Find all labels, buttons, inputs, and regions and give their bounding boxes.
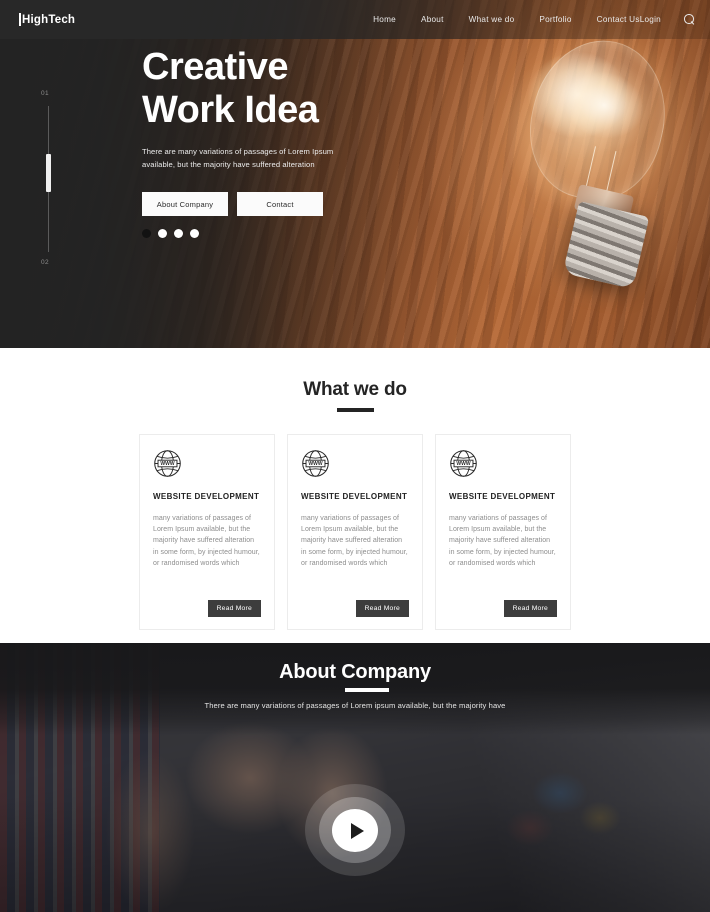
hero-title-line2: Work Idea bbox=[142, 89, 319, 131]
hero-subtitle: There are many variations of passages of… bbox=[142, 147, 334, 169]
nav-item-portfolio[interactable]: Portfolio bbox=[539, 15, 571, 24]
service-cards: WWW Website Development many variations … bbox=[0, 433, 710, 630]
service-card[interactable]: WWW Website Development many variations … bbox=[435, 433, 571, 630]
search-icon[interactable] bbox=[684, 14, 695, 25]
video-play-control[interactable] bbox=[305, 784, 405, 876]
read-more-button[interactable]: Read More bbox=[207, 599, 261, 617]
hero-section: HighTech Home About What we do Portfolio… bbox=[0, 0, 710, 348]
service-card-title: Website Development bbox=[449, 491, 556, 501]
about-title-underline bbox=[345, 688, 389, 692]
services-heading-wrap: What we do bbox=[0, 348, 710, 412]
contact-button[interactable]: Contact bbox=[237, 192, 323, 216]
site-logo[interactable]: HighTech bbox=[19, 13, 75, 26]
login-link[interactable]: Login bbox=[640, 15, 661, 24]
landing-page: HighTech Home About What we do Portfolio… bbox=[0, 0, 710, 912]
globe-www-icon: WWW bbox=[301, 449, 330, 478]
slider-number-bottom: 02 bbox=[41, 259, 50, 266]
services-section: What we do WWW Website Development bbox=[0, 348, 710, 643]
svg-text:WWW: WWW bbox=[456, 461, 470, 467]
hero-buttons: About Company Contact bbox=[142, 192, 357, 216]
service-card-body: many variations of passages of Lorem Ips… bbox=[153, 515, 260, 567]
service-card-body: many variations of passages of Lorem Ips… bbox=[301, 515, 408, 567]
service-card[interactable]: WWW Website Development many variations … bbox=[287, 433, 423, 630]
carousel-dot-4[interactable] bbox=[190, 229, 199, 238]
globe-www-icon: WWW bbox=[449, 449, 478, 478]
read-more-button[interactable]: Read More bbox=[355, 599, 409, 617]
globe-www-icon: WWW bbox=[153, 449, 182, 478]
play-button[interactable] bbox=[332, 809, 378, 852]
about-heading-wrap: About Company There are many variations … bbox=[0, 643, 710, 710]
logo-bar-icon bbox=[19, 13, 21, 26]
about-title: About Company bbox=[279, 661, 431, 683]
service-card-title: Website Development bbox=[301, 491, 408, 501]
nav-item-home[interactable]: Home bbox=[373, 15, 396, 24]
hero-title-line1: Creative bbox=[142, 46, 288, 88]
hero-title: Creative Work Idea bbox=[142, 46, 357, 132]
services-title: What we do bbox=[303, 379, 407, 400]
header-actions: Login bbox=[640, 14, 695, 25]
slider-thumb[interactable] bbox=[46, 154, 51, 192]
service-card-body: many variations of passages of Lorem Ips… bbox=[449, 515, 556, 567]
hero-carousel-dots bbox=[142, 229, 357, 238]
carousel-dot-1[interactable] bbox=[142, 229, 151, 238]
carousel-dot-2[interactable] bbox=[158, 229, 167, 238]
about-company-button[interactable]: About Company bbox=[142, 192, 228, 216]
nav-item-what-we-do[interactable]: What we do bbox=[469, 15, 515, 24]
main-navigation: Home About What we do Portfolio Contact … bbox=[373, 15, 640, 24]
svg-text:WWW: WWW bbox=[160, 461, 174, 467]
hero-content: Creative Work Idea There are many variat… bbox=[142, 46, 357, 238]
read-more-button[interactable]: Read More bbox=[503, 599, 557, 617]
nav-item-contact-us[interactable]: Contact Us bbox=[597, 15, 640, 24]
logo-text: HighTech bbox=[22, 13, 76, 26]
nav-item-about[interactable]: About bbox=[421, 15, 444, 24]
site-header: HighTech Home About What we do Portfolio… bbox=[0, 0, 710, 39]
about-subtitle: There are many variations of passages of… bbox=[204, 700, 506, 710]
services-title-underline bbox=[336, 408, 374, 412]
service-card[interactable]: WWW Website Development many variations … bbox=[139, 433, 275, 630]
svg-text:WWW: WWW bbox=[308, 461, 322, 467]
slider-number-top: 01 bbox=[41, 90, 50, 97]
play-icon bbox=[350, 822, 364, 839]
hero-slider-rail: 01 02 bbox=[41, 90, 60, 266]
service-card-title: Website Development bbox=[153, 491, 260, 501]
carousel-dot-3[interactable] bbox=[174, 229, 183, 238]
